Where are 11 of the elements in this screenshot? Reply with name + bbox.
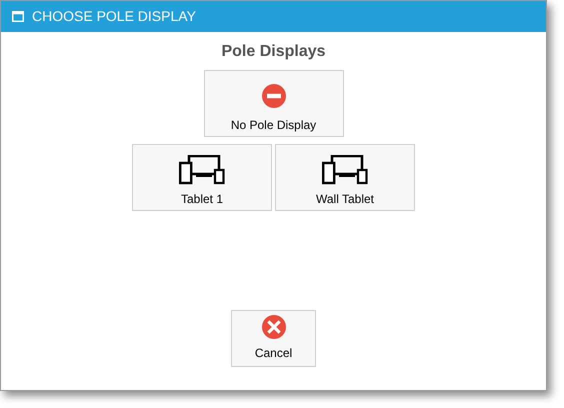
cancel-button[interactable]: Cancel [231, 310, 316, 367]
option-button[interactable]: Wall Tablet [275, 144, 415, 211]
section-heading: Pole Displays [221, 42, 326, 62]
close-icon [262, 315, 286, 339]
devices-icon [179, 155, 225, 185]
no-entry-icon [262, 84, 286, 108]
option-button[interactable]: No Pole Display [204, 70, 344, 137]
window-title: CHOOSE POLE DISPLAY [32, 7, 196, 26]
option-button[interactable]: Tablet 1 [132, 144, 272, 211]
devices-icon [322, 155, 368, 185]
window-icon [12, 11, 24, 22]
